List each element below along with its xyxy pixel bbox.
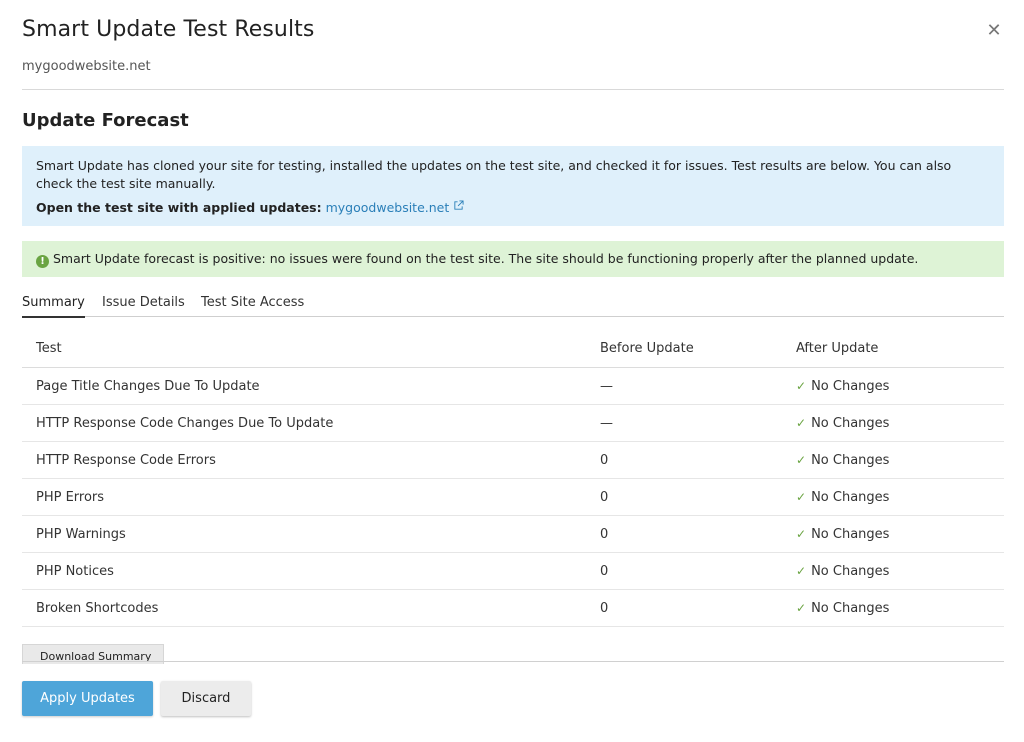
after-value: ✓ No Changes	[796, 479, 889, 516]
test-name: PHP Notices	[36, 564, 114, 579]
after-text: No Changes	[811, 453, 890, 468]
table-row: HTTP Response Code Errors 0 ✓ No Changes	[22, 442, 1004, 479]
after-value: ✓ No Changes	[796, 368, 889, 405]
before-value: 0	[600, 601, 609, 616]
test-name: PHP Errors	[36, 490, 105, 505]
after-text: No Changes	[811, 601, 890, 616]
check-icon: ✓	[796, 527, 807, 541]
before-value: 0	[600, 453, 609, 468]
section-title: Update Forecast	[22, 110, 189, 131]
test-name: PHP Warnings	[36, 527, 126, 542]
open-test-site-label: Open the test site with applied updates:	[36, 200, 322, 215]
after-text: No Changes	[811, 564, 890, 579]
after-value: ✓ No Changes	[796, 516, 889, 553]
after-value: ✓ No Changes	[796, 590, 889, 627]
table-row: Page Title Changes Due To Update — ✓ No C…	[22, 368, 1004, 405]
after-text: No Changes	[811, 416, 890, 431]
results-table: Test Before Update After Update Page Tit…	[22, 330, 1004, 627]
column-header-before: Before Update	[600, 341, 694, 356]
before-value: 0	[600, 564, 609, 579]
external-link-icon	[454, 200, 464, 210]
after-value: ✓ No Changes	[796, 553, 889, 590]
after-value: ✓ No Changes	[796, 442, 889, 479]
test-site-link-text: mygoodwebsite.net	[325, 200, 450, 215]
info-message: Smart Update has cloned your site for te…	[22, 146, 1004, 226]
before-value: 0	[600, 527, 609, 542]
table-row: PHP Errors 0 ✓ No Changes	[22, 479, 1004, 516]
test-site-link[interactable]: mygoodwebsite.net	[326, 200, 465, 215]
tab-issue-details[interactable]: Issue Details	[102, 295, 185, 316]
check-icon: ✓	[796, 601, 807, 615]
test-name: HTTP Response Code Changes Due To Update	[36, 416, 334, 431]
close-icon[interactable]: ✕	[985, 22, 1003, 40]
smart-update-dialog: Smart Update Test Results ✕ mygoodwebsit…	[0, 0, 1024, 742]
test-name: Page Title Changes Due To Update	[36, 379, 260, 394]
tab-bar: Summary Issue Details Test Site Access	[22, 293, 1004, 318]
check-icon: ✓	[796, 564, 807, 578]
discard-button[interactable]: Discard	[161, 681, 251, 716]
table-row: PHP Notices 0 ✓ No Changes	[22, 553, 1004, 590]
success-text: Smart Update forecast is positive: no is…	[53, 251, 919, 266]
before-value: 0	[600, 490, 609, 505]
check-icon: ✓	[796, 453, 807, 467]
after-text: No Changes	[811, 527, 890, 542]
check-icon: ✓	[796, 490, 807, 504]
table-row: Broken Shortcodes 0 ✓ No Changes	[22, 590, 1004, 627]
header-divider	[22, 89, 1004, 90]
success-message: ! Smart Update forecast is positive: no i…	[22, 241, 1004, 277]
after-text: No Changes	[811, 379, 890, 394]
table-row: PHP Warnings 0 ✓ No Changes	[22, 516, 1004, 553]
before-value: —	[600, 379, 613, 394]
after-text: No Changes	[811, 490, 890, 505]
after-value: ✓ No Changes	[796, 405, 889, 442]
info-text: Smart Update has cloned your site for te…	[36, 158, 952, 191]
test-site-line: Open the test site with applied updates:…	[36, 199, 990, 217]
tab-summary[interactable]: Summary	[22, 295, 85, 318]
success-icon: !	[36, 255, 49, 268]
table-row: HTTP Response Code Changes Due To Update…	[22, 405, 1004, 442]
column-header-after: After Update	[796, 341, 879, 356]
table-header: Test Before Update After Update	[22, 330, 1004, 368]
tab-test-site-access[interactable]: Test Site Access	[201, 295, 304, 316]
apply-updates-button[interactable]: Apply Updates	[22, 681, 153, 716]
column-header-test: Test	[36, 341, 62, 356]
footer-divider	[22, 661, 1004, 662]
test-name: Broken Shortcodes	[36, 601, 159, 616]
dialog-title: Smart Update Test Results	[22, 17, 315, 42]
before-value: —	[600, 416, 613, 431]
check-icon: ✓	[796, 416, 807, 430]
test-name: HTTP Response Code Errors	[36, 453, 216, 468]
dialog-subtitle: mygoodwebsite.net	[22, 59, 151, 74]
check-icon: ✓	[796, 379, 807, 393]
